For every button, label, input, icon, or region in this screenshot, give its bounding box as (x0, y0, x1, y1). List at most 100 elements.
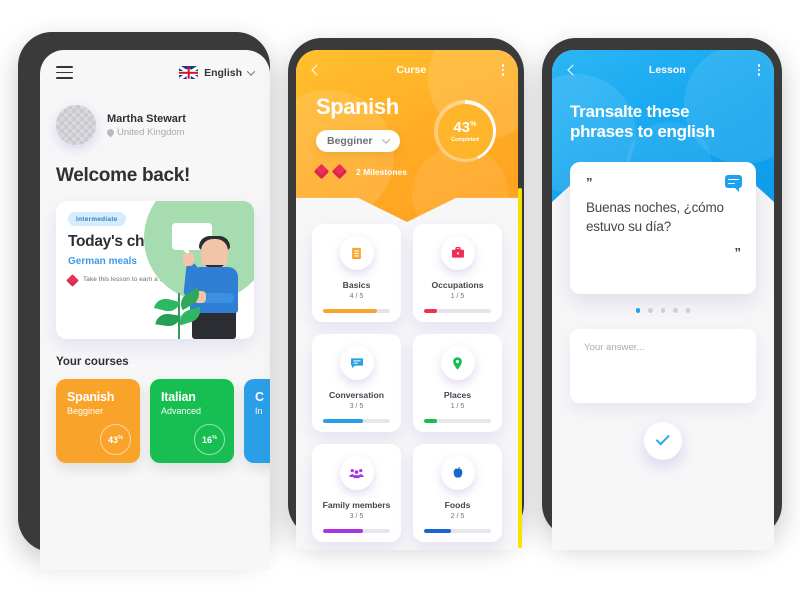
pagination-dot[interactable] (648, 308, 653, 313)
lesson-progress-fraction: 4 / 5 (349, 293, 364, 300)
course-percent: 16 (202, 434, 213, 445)
more-vertical-icon[interactable] (757, 64, 760, 76)
lesson-name: Conversation (329, 390, 384, 400)
chevron-down-icon (381, 135, 390, 144)
gem-icon (66, 274, 79, 288)
lesson-tile-occupations[interactable]: Occupations 1 / 5 (413, 224, 502, 322)
course-name: Italian (161, 390, 196, 404)
profile-name: Martha Stewart (107, 112, 186, 125)
percent-sign: % (212, 434, 217, 441)
pagination-dot[interactable] (635, 308, 641, 313)
challenge-card[interactable]: Intermediate Today's challenge German me… (56, 201, 254, 339)
lesson-tile-places[interactable]: Places 1 / 5 (413, 334, 502, 432)
pagination-dot[interactable] (673, 308, 678, 313)
lesson-name: Places (443, 390, 472, 400)
course-card-italian[interactable]: Italian Advanced 16% (150, 379, 234, 463)
lesson-progress-bar (322, 419, 391, 423)
lesson-progress-fraction: 3 / 5 (349, 403, 364, 410)
course-name: Spanish (67, 390, 115, 404)
lesson-name: Family members (322, 500, 391, 510)
course-card-spanish[interactable]: Spanish Begginer 43% (56, 379, 140, 463)
course-screen: Curse Spanish Begginer 2 Milestones 43% … (296, 50, 518, 550)
gem-icon (331, 163, 348, 180)
lesson-progress-fraction: 2 / 5 (450, 513, 465, 520)
home-topbar: English (40, 50, 270, 79)
lesson-progress-bar (423, 309, 492, 313)
profile-block[interactable]: Martha Stewart United Kingdom (40, 79, 270, 145)
course-percent: 43 (108, 434, 119, 445)
pagination-dot[interactable] (660, 308, 666, 313)
apple-icon (440, 456, 475, 490)
chat-icon (339, 346, 374, 380)
course-header: Curse Spanish Begginer 2 Milestones 43% … (296, 50, 518, 222)
chevron-down-icon (246, 66, 256, 76)
answer-input[interactable]: Your answer... (570, 328, 756, 403)
lesson-progress-bar (423, 529, 492, 533)
lesson-tile-conversation[interactable]: Conversation 3 / 5 (312, 334, 401, 432)
device-side-button (518, 188, 522, 548)
completion-percent: 43 (453, 118, 470, 136)
course-name: C (255, 390, 264, 404)
lesson-instruction: Transalte these phrases to english (570, 102, 715, 142)
location-pin-icon (440, 346, 475, 380)
percent-sign: % (470, 118, 477, 128)
language-label: English (204, 66, 242, 79)
milestones-row: 2 Milestones (313, 163, 518, 180)
lesson-name: Occupations (431, 280, 484, 290)
completion-ring: 43% Completed (434, 100, 496, 162)
pagination-dot[interactable] (685, 308, 691, 313)
quote-close-mark: ” (734, 245, 742, 261)
course-level: Advanced (161, 406, 202, 416)
course-level: In (255, 406, 263, 416)
hamburger-icon[interactable] (56, 66, 73, 79)
course-topbar: Curse (296, 50, 518, 76)
course-progress-ring: 16% (194, 424, 225, 455)
people-icon (339, 456, 374, 490)
lesson-progress-fraction: 3 / 5 (349, 513, 364, 520)
uk-flag-icon (179, 66, 199, 79)
check-icon (655, 431, 670, 446)
home-screen: English Martha Stewart United Kingdom We… (40, 50, 270, 570)
lesson-name: Foods (444, 500, 471, 510)
lesson-topbar: Lesson (552, 50, 774, 76)
lesson-tile-family-members[interactable]: Family members 3 / 5 (312, 444, 401, 542)
lesson-progress-fraction: 1 / 5 (450, 293, 465, 300)
course-level: Begginer (67, 406, 104, 416)
lesson-grid: Basics 4 / 5 Occupations 1 / 5 Conversat… (296, 210, 518, 542)
submit-button[interactable] (644, 421, 682, 460)
briefcase-icon (440, 236, 475, 270)
courses-list: Spanish Begginer 43% Italian Advanced 16… (40, 368, 270, 463)
chevron-left-icon[interactable] (311, 64, 323, 76)
illustration-head (201, 239, 228, 269)
lesson-tile-foods[interactable]: Foods 2 / 5 (413, 444, 502, 542)
illustration-hand-raised (183, 253, 194, 266)
page-title: Welcome back! (56, 165, 191, 186)
screenshot-stage: English Martha Stewart United Kingdom We… (0, 0, 800, 600)
courses-heading: Your courses (56, 356, 129, 368)
chevron-left-icon[interactable] (567, 64, 579, 76)
location-pin-icon (105, 127, 116, 137)
lesson-progress-bar (322, 309, 391, 313)
level-dropdown[interactable]: Begginer (316, 130, 400, 152)
lesson-tile-basics[interactable]: Basics 4 / 5 (312, 224, 401, 322)
phone-lesson: Lesson Transalte these phrases to englis… (542, 38, 782, 550)
pagination-dots[interactable] (552, 308, 774, 313)
lesson-topbar-title: Lesson (648, 64, 686, 76)
profile-location-label: United Kingdom (117, 126, 185, 138)
more-vertical-icon[interactable] (501, 64, 504, 76)
plant-leaf (153, 296, 181, 314)
profile-location: United Kingdom (105, 126, 186, 138)
illustration-plant (153, 287, 204, 339)
plant-leaf (176, 306, 204, 326)
avatar (56, 105, 96, 145)
language-selector[interactable]: English (179, 66, 256, 79)
document-icon (339, 236, 374, 270)
lesson-progress-bar (423, 419, 492, 423)
phone-home: English Martha Stewart United Kingdom We… (18, 32, 270, 570)
course-topbar-title: Curse (396, 64, 427, 76)
phone-course: Curse Spanish Begginer 2 Milestones 43% … (288, 38, 524, 550)
course-progress-ring: 43% (100, 424, 131, 455)
completion-label: Completed (451, 136, 479, 143)
course-card-partial[interactable]: C In (244, 379, 270, 463)
lesson-progress-bar (322, 529, 391, 533)
